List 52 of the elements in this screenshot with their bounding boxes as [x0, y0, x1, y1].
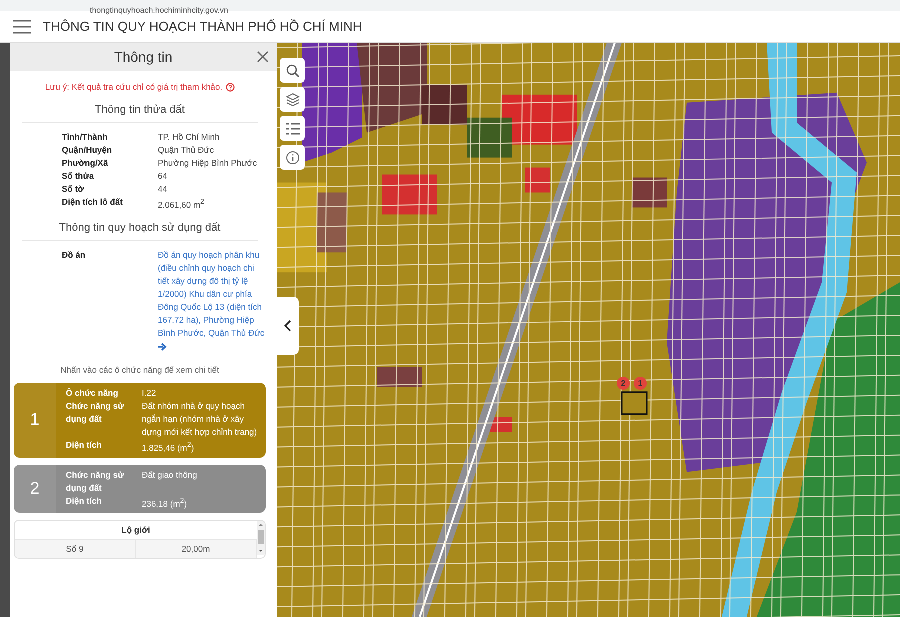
section-heading: Thông tin quy hoạch sử dụng đất: [22, 218, 258, 241]
field-label: Diện tích lô đất: [62, 196, 124, 209]
address-bar[interactable]: thongtinquyhoach.hochiminhcity.gov.vn: [90, 5, 228, 16]
layers-button[interactable]: [280, 87, 305, 112]
field-value: 2.061,60 m$^{2}$: [158, 197, 206, 212]
legend-button[interactable]: [280, 116, 305, 141]
chevron-left-icon: [284, 320, 292, 332]
search-button[interactable]: [280, 58, 305, 83]
field-label: Diện tích: [66, 494, 103, 508]
field-label: Diện tích: [66, 438, 103, 452]
info-button[interactable]: [280, 145, 305, 170]
zone-number: 1: [14, 382, 56, 458]
zone-card[interactable]: 2 Chức năng sử dụng đất Đất giao thông Diện tích 236,18 (m$^{2}$): [14, 464, 266, 514]
field-value: 1.825,46 (m$^{2}$): [142, 440, 196, 455]
zone-number: 2: [14, 464, 56, 514]
section-heading: Thông tin thửa đất: [22, 100, 258, 123]
field-value: 236,18 (m$^{2}$): [142, 496, 188, 510]
collapse-panel-button[interactable]: [277, 297, 299, 355]
list-icon: [286, 122, 300, 134]
panel-title: Thông tin: [114, 49, 173, 65]
help-icon[interactable]: [226, 82, 235, 92]
table-cell: Số 9: [15, 540, 136, 558]
field-value: Quận Thủ Đức: [158, 144, 216, 157]
menu-icon[interactable]: [13, 20, 31, 34]
arrow-right-icon[interactable]: [158, 342, 167, 351]
field-value: Đất nhóm nhà ở quy hoạch ngắn hạn (nhóm nhà ở xây dựng mới kết hợp chỉnh trang): [142, 400, 258, 439]
field-value: I.22: [142, 386, 158, 400]
field-label: Số tờ: [62, 183, 86, 196]
app-title: THÔNG TIN QUY HOẠCH THÀNH PHỐ HỒ CHÍ MINH: [43, 19, 362, 34]
layers-icon: [286, 92, 300, 106]
field-label: Quận/Huyện: [62, 144, 114, 157]
field-label: Tỉnh/Thành: [62, 131, 109, 144]
field-value: Phường Hiệp Bình Phước: [158, 157, 258, 170]
close-icon[interactable]: [257, 51, 269, 63]
field-value: Đất giao thông: [142, 468, 198, 482]
field-label: Ô chức năng: [66, 386, 120, 400]
plan-link[interactable]: Đồ án quy hoạch phân khu (điều chỉnh quy hoạch chi tiết xây dựng đô thị tỷ lệ 1/2000) Khu dân cư phía Đông Quốc Lộ 13 (diện tích 167.72 ha), Phường Hiệp Bình Phước, Quận Thủ Đức: [158, 248, 266, 340]
field-label: Đồ án: [62, 248, 87, 262]
scrollbar[interactable]: [257, 521, 265, 556]
field-value: TP. Hồ Chí Minh: [158, 131, 221, 144]
field-value: 44: [158, 183, 168, 196]
field-label: Chức năng sử dụng đất: [66, 400, 126, 426]
field-label: Chức năng sử dụng đất: [66, 468, 126, 495]
hint-text: Nhấn vào các ô chức năng để xem chi tiết: [60, 364, 220, 375]
field-label: Phường/Xã: [62, 157, 110, 170]
info-icon: [286, 150, 300, 164]
field-value: 64: [158, 170, 168, 183]
search-icon: [286, 64, 300, 78]
field-label: Số thửa: [62, 170, 96, 183]
zone-card[interactable]: 1 Ô chức năng I.22 Chức năng sử dụng đất Đất nhóm nhà ở quy hoạch ngắn hạn (nhóm nhà ở xây dựng mới kết hợp chỉnh trang) Diện tích 1.825,46 (m$^{2}$): [14, 382, 266, 458]
map-drawing[interactable]: [277, 43, 900, 617]
notice-text: Lưu ý: Kết quả tra cứu chỉ có giá trị tham khảo.: [45, 82, 223, 92]
